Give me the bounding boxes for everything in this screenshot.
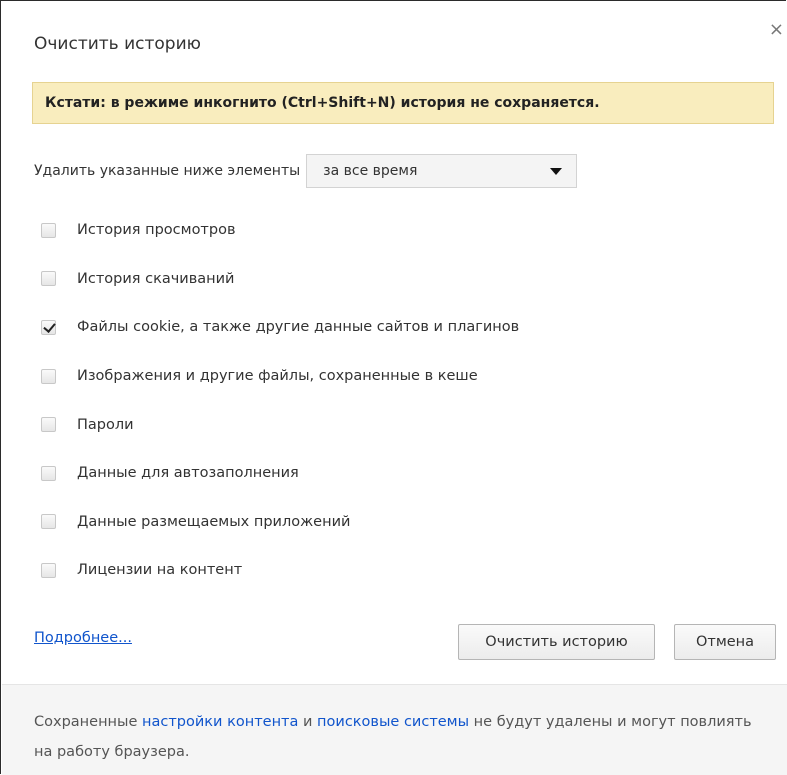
option-label: История скачиваний bbox=[77, 270, 235, 287]
option-label: История просмотров bbox=[77, 222, 236, 239]
footer-note: Сохраненные настройки контента и поисков… bbox=[2, 684, 787, 775]
option-row[interactable]: История скачиваний bbox=[41, 255, 519, 304]
option-label: Данные для автозаполнения bbox=[77, 465, 299, 482]
footer-text-and: и bbox=[298, 714, 318, 730]
option-label: Файлы cookie, а также другие данные сайт… bbox=[77, 319, 520, 336]
time-range-row: Удалить указанные ниже элементы за все в… bbox=[34, 153, 578, 189]
option-label: Изображения и другие файлы, сохраненные … bbox=[77, 368, 478, 385]
checkbox[interactable] bbox=[41, 465, 56, 481]
option-row[interactable]: История просмотров bbox=[41, 206, 519, 255]
option-row[interactable]: Файлы cookie, а также другие данные сайт… bbox=[41, 303, 519, 352]
option-row[interactable]: Изображения и другие файлы, сохраненные … bbox=[41, 352, 519, 401]
search-engines-link[interactable]: поисковые системы bbox=[317, 714, 469, 730]
option-row[interactable]: Пароли bbox=[41, 400, 519, 449]
clear-history-button[interactable]: Очистить историю bbox=[458, 624, 655, 660]
checkbox[interactable] bbox=[41, 562, 56, 578]
more-info-link[interactable]: Подробнее... bbox=[34, 630, 132, 646]
checkbox[interactable] bbox=[41, 271, 56, 287]
option-label: Лицензии на контент bbox=[77, 562, 243, 579]
checkbox[interactable] bbox=[41, 514, 56, 530]
option-row[interactable]: Данные размещаемых приложений bbox=[41, 498, 519, 547]
content-settings-link[interactable]: настройки контента bbox=[142, 714, 298, 730]
checkbox[interactable] bbox=[41, 368, 56, 384]
time-range-label: Удалить указанные ниже элементы bbox=[34, 163, 301, 179]
checkbox[interactable] bbox=[41, 417, 56, 433]
data-type-options: История просмотров История скачиваний Файл… bbox=[41, 206, 519, 595]
option-label: Пароли bbox=[77, 416, 134, 433]
option-row[interactable]: Данные для автозаполнения bbox=[41, 449, 519, 498]
footer-text-before: Сохраненные bbox=[34, 714, 143, 730]
cancel-button[interactable]: Отмена bbox=[674, 624, 776, 660]
chevron-down-icon bbox=[550, 167, 563, 175]
time-range-value: за все время bbox=[323, 163, 418, 179]
incognito-notice: Кстати: в режиме инкогнито (Ctrl+Shift+N… bbox=[32, 82, 774, 124]
option-label: Данные размещаемых приложений bbox=[77, 513, 351, 530]
checkbox[interactable] bbox=[41, 222, 56, 238]
close-icon[interactable]: × bbox=[769, 19, 784, 40]
option-row[interactable]: Лицензии на контент bbox=[41, 546, 519, 595]
time-range-select[interactable]: за все время bbox=[306, 154, 578, 188]
checkbox-checked[interactable] bbox=[41, 319, 56, 335]
dialog-title: Очистить историю bbox=[34, 34, 201, 54]
clear-history-dialog: × Очистить историю Кстати: в режиме инко… bbox=[0, 0, 787, 775]
